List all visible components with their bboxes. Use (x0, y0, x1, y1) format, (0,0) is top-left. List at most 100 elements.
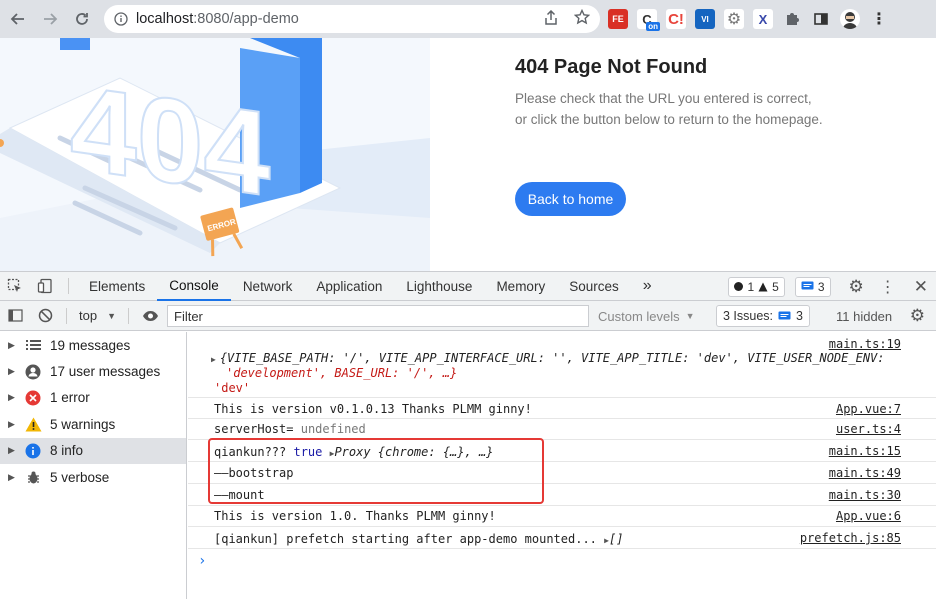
warning-icon (24, 415, 42, 433)
errors-count: 1 (747, 279, 755, 294)
info-icon (24, 442, 42, 460)
log-separator (188, 526, 936, 527)
live-expression-eye-icon[interactable] (135, 301, 165, 330)
context-label: top (79, 308, 98, 323)
bookmark-star-icon[interactable] (573, 8, 591, 29)
settings-gear-icon[interactable]: ⚙ (849, 277, 864, 297)
warning-triangle-icon (758, 282, 768, 292)
context-selector[interactable]: top ▼ (73, 308, 122, 323)
back-arrow-icon[interactable] (3, 4, 33, 34)
reload-icon[interactable] (67, 4, 97, 34)
log-source-link[interactable]: main.ts:15 (829, 444, 901, 458)
issues-message-icon (778, 311, 791, 322)
log-entry-version-2: This is version 1.0. Thanks PLMM ginny! (214, 509, 496, 523)
sidebar-item-warnings[interactable]: ▶ 5 warnings (0, 411, 186, 437)
sidebar-item-label: 5 verbose (50, 469, 110, 485)
expand-triangle-icon[interactable]: ▶ (8, 419, 24, 430)
chevron-down-icon: ▼ (107, 310, 116, 321)
more-tabs-button[interactable]: » (631, 272, 664, 301)
sidebar-item-messages[interactable]: ▶ 19 messages (0, 332, 186, 358)
on-extension-icon[interactable]: C on (637, 9, 660, 31)
sidebar-item-user-messages[interactable]: ▶ 17 user messages (0, 358, 186, 384)
log-levels-label: Custom levels (598, 308, 680, 324)
console-prompt[interactable]: › (198, 553, 206, 569)
avatar[interactable] (840, 9, 860, 29)
vi-extension-icon[interactable]: VI (695, 9, 715, 29)
sidebar-item-label: 17 user messages (50, 364, 161, 380)
browser-toolbar: localhost:8080/app-demo FE C on C! VI ⚙ … (0, 0, 936, 38)
tab-application[interactable]: Application (304, 272, 394, 301)
log-entry-env-cont: 'development', BASE_URL: '/', …} (226, 366, 458, 380)
clear-console-icon[interactable] (30, 301, 60, 330)
illustration-404-text: 404 (70, 59, 270, 221)
bug-icon (24, 468, 42, 486)
address-bar[interactable]: localhost:8080/app-demo (104, 5, 600, 33)
close-devtools-icon[interactable]: ✕ (914, 277, 928, 297)
log-levels-dropdown[interactable]: Custom levels ▼ (598, 301, 695, 331)
log-source-link[interactable]: App.vue:7 (836, 402, 901, 416)
levels-chevron-down-icon: ▼ (685, 311, 695, 321)
share-icon[interactable] (544, 9, 558, 29)
error-warning-counter[interactable]: 1 5 (728, 276, 785, 297)
log-entry-serverhost: serverHost= undefined (214, 422, 366, 436)
log-source-link[interactable]: main.ts:49 (829, 466, 901, 480)
log-source-link[interactable]: main.ts:19 (829, 337, 901, 351)
tab-elements[interactable]: Elements (77, 272, 157, 301)
browser-menu-icon[interactable]: ⋮ (869, 9, 889, 29)
tab-network[interactable]: Network (231, 272, 305, 301)
devtools-menu-icon[interactable]: ⋮ (880, 277, 896, 297)
log-entry-env[interactable]: ▶ {VITE_BASE_PATH: '/', VITE_APP_INTERFAC… (211, 351, 885, 365)
url-path: :8080/app-demo (193, 11, 299, 27)
tab-console[interactable]: Console (157, 272, 231, 301)
page-description: Please check that the URL you entered is… (515, 91, 823, 127)
show-sidebar-icon[interactable] (0, 301, 30, 330)
error-dot-icon (734, 282, 744, 291)
filter-input[interactable]: Filter (167, 305, 589, 327)
expand-triangle-icon[interactable]: ▶ (8, 445, 24, 456)
forward-arrow-icon[interactable] (35, 4, 65, 34)
tab-lighthouse[interactable]: Lighthouse (394, 272, 484, 301)
fe-extension-icon[interactable]: FE (608, 9, 628, 29)
device-toolbar-icon[interactable] (30, 272, 60, 301)
sidebar-item-verbose[interactable]: ▶ 5 verbose (0, 464, 186, 490)
x-extension-icon[interactable]: X (753, 9, 773, 29)
sidebar-item-label: 8 info (50, 443, 84, 459)
log-entry-dev: 'dev' (214, 381, 251, 395)
expand-triangle-icon[interactable]: ▶ (8, 392, 24, 403)
expand-triangle-icon[interactable]: ▶ (211, 355, 216, 364)
error-icon (24, 389, 42, 407)
page-404: 404 ERROR 404 Page Not Found Please chec… (0, 38, 936, 271)
gear-extension-icon[interactable]: ⚙ (724, 9, 744, 29)
inspect-element-icon[interactable] (0, 272, 30, 301)
expand-triangle-icon[interactable]: ▶ (8, 366, 24, 377)
sidebar-item-errors[interactable]: ▶ 1 error (0, 385, 186, 411)
issues-count: 3 (796, 309, 803, 323)
issues-button[interactable]: 3 Issues: 3 (716, 305, 810, 327)
log-entry-prefetch[interactable]: [qiankun] prefetch starting after app-de… (214, 532, 623, 546)
console-body: ▶ 19 messages ▶ 17 user messages ▶ 1 err… (0, 332, 936, 599)
log-source-link[interactable]: main.ts:30 (829, 488, 901, 502)
console-log: main.ts:19 ▶ {VITE_BASE_PATH: '/', VITE_A… (188, 332, 936, 599)
devtools-panel: Elements Console Network Application Lig… (0, 271, 936, 599)
page-title: 404 Page Not Found (515, 56, 708, 78)
puzzle-extensions-icon[interactable] (782, 9, 802, 29)
expand-triangle-icon[interactable]: ▶ (8, 472, 24, 483)
sidebar-item-label: 1 error (50, 390, 90, 406)
console-sidebar: ▶ 19 messages ▶ 17 user messages ▶ 1 err… (0, 332, 187, 599)
console-settings-gear-icon[interactable]: ⚙ (910, 306, 925, 326)
log-source-link[interactable]: App.vue:6 (836, 509, 901, 523)
side-panel-icon[interactable] (811, 9, 831, 29)
back-to-home-button[interactable]: Back to home (515, 182, 626, 216)
tab-sources[interactable]: Sources (557, 272, 631, 301)
expand-triangle-icon[interactable]: ▶ (8, 340, 24, 351)
log-source-link[interactable]: user.ts:4 (836, 422, 901, 436)
site-info-icon[interactable] (114, 12, 128, 26)
messages-counter[interactable]: 3 (794, 276, 831, 297)
log-source-link[interactable]: prefetch.js:85 (800, 531, 901, 545)
log-separator (188, 418, 936, 419)
sidebar-item-info[interactable]: ▶ 8 info (0, 437, 186, 464)
list-icon (24, 336, 42, 354)
tab-memory[interactable]: Memory (484, 272, 557, 301)
messages-count: 3 (817, 279, 825, 294)
c-extension-icon[interactable]: C! (666, 9, 686, 29)
